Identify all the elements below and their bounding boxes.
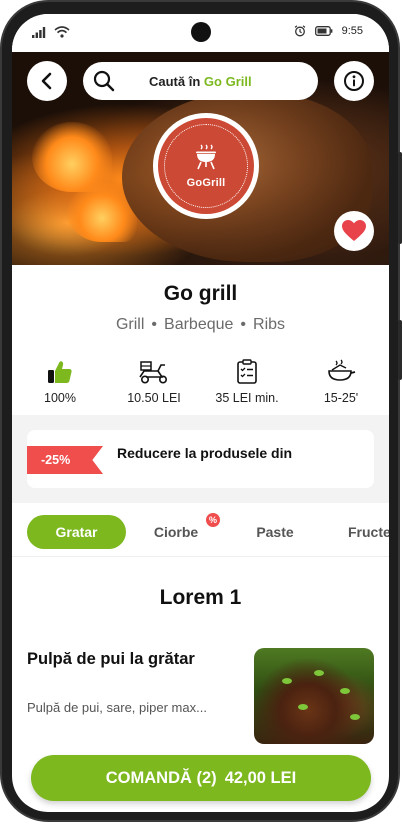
herb-garnish xyxy=(350,714,360,720)
top-bar: Caută în Go Grill xyxy=(12,61,389,101)
promo-text: Reducere la produsele din xyxy=(117,445,293,461)
restaurant-name: Go grill xyxy=(163,282,238,305)
tab-paste[interactable]: Paste xyxy=(252,515,298,549)
order-button[interactable]: COMANDĂ (2) 42,00 LEI xyxy=(31,755,371,801)
status-right: 9:55 xyxy=(294,25,363,37)
heart-icon xyxy=(342,220,366,241)
discount-badge: -25% xyxy=(27,446,103,474)
volume-button xyxy=(398,320,402,380)
favorite-button[interactable] xyxy=(334,211,374,251)
herb-garnish xyxy=(314,670,324,676)
power-button xyxy=(398,152,402,244)
product-image xyxy=(254,648,374,744)
tag-grill: Grill xyxy=(115,316,145,333)
tab-discount-badge: % xyxy=(206,513,220,527)
stat-prep-time: 15-25' xyxy=(296,358,386,405)
tab-gratar[interactable]: Gratar xyxy=(27,515,126,549)
wifi-icon xyxy=(54,26,70,38)
battery-icon xyxy=(314,26,332,36)
info-icon xyxy=(344,71,364,91)
tag-separator: • xyxy=(151,316,158,333)
restaurant-stats: 100% 10.50 LEI 35 LEI min. 15-25' xyxy=(12,358,389,414)
herb-garnish xyxy=(298,704,308,710)
back-button[interactable] xyxy=(27,61,67,101)
search-icon xyxy=(93,70,115,92)
stat-rating-value: 100% xyxy=(44,391,76,405)
herb-garnish xyxy=(282,678,292,684)
restaurant-tags: Grill • Barbeque • Ribs xyxy=(12,316,389,334)
front-camera xyxy=(191,22,211,42)
section-title: Lorem 1 xyxy=(159,586,242,609)
cooking-pan-icon xyxy=(328,359,356,381)
tag-ribs: Ribs xyxy=(253,316,286,333)
stat-minimum-order-value: 35 LEI min. xyxy=(215,391,279,405)
status-bar: 9:55 xyxy=(12,14,389,52)
herb-garnish xyxy=(340,688,350,694)
product-item[interactable]: Pulpă de pui la grătar Pulpă de pui, sar… xyxy=(12,646,389,746)
tag-barbeque: Barbeque xyxy=(164,316,234,333)
product-name: Pulpă de pui la grătar xyxy=(27,650,195,668)
stat-minimum-order: 35 LEI min. xyxy=(202,358,292,405)
logo-badge: GoGrill xyxy=(158,118,254,214)
status-time: 9:55 xyxy=(341,25,363,37)
category-tabs: Gratar Ciorbe Paste Fructe xyxy=(12,509,389,557)
search-brand: Go Grill xyxy=(203,74,252,89)
screen: 9:55 Caută în Go Grill GoGrill Go grill … xyxy=(12,14,389,812)
search-bar[interactable]: Caută în Go Grill xyxy=(83,62,318,100)
search-placeholder: Caută în Go Grill xyxy=(149,74,252,89)
search-prefix: Caută în xyxy=(149,74,201,89)
checklist-icon xyxy=(237,359,257,384)
phone-frame: 9:55 Caută în Go Grill GoGrill Go grill … xyxy=(0,0,402,822)
delivery-scooter-icon xyxy=(139,361,167,384)
info-button[interactable] xyxy=(334,61,374,101)
product-description: Pulpă de pui, sare, piper max... xyxy=(27,700,207,715)
thumbs-up-icon xyxy=(48,361,72,383)
status-left xyxy=(32,26,70,38)
tab-ciorbe[interactable]: Ciorbe xyxy=(148,515,204,549)
promo-section: -25% Reducere la produsele din xyxy=(12,415,389,503)
tab-fructe[interactable]: Fructe xyxy=(348,515,389,549)
stat-delivery-fee-value: 10.50 LEI xyxy=(127,391,181,405)
order-label: COMANDĂ (2) xyxy=(105,768,217,787)
tag-separator: • xyxy=(240,316,247,333)
stat-rating: 100% xyxy=(15,358,105,405)
logo-ring xyxy=(164,124,248,208)
chevron-left-icon xyxy=(41,72,52,90)
promo-card[interactable]: -25% Reducere la produsele din xyxy=(27,430,374,488)
stat-prep-time-value: 15-25' xyxy=(323,391,359,405)
signal-icon xyxy=(32,26,46,38)
order-total: 42,00 LEI xyxy=(224,768,297,787)
restaurant-logo: GoGrill xyxy=(153,113,259,219)
alarm-icon xyxy=(294,25,305,37)
stat-delivery-fee: 10.50 LEI xyxy=(109,358,199,405)
